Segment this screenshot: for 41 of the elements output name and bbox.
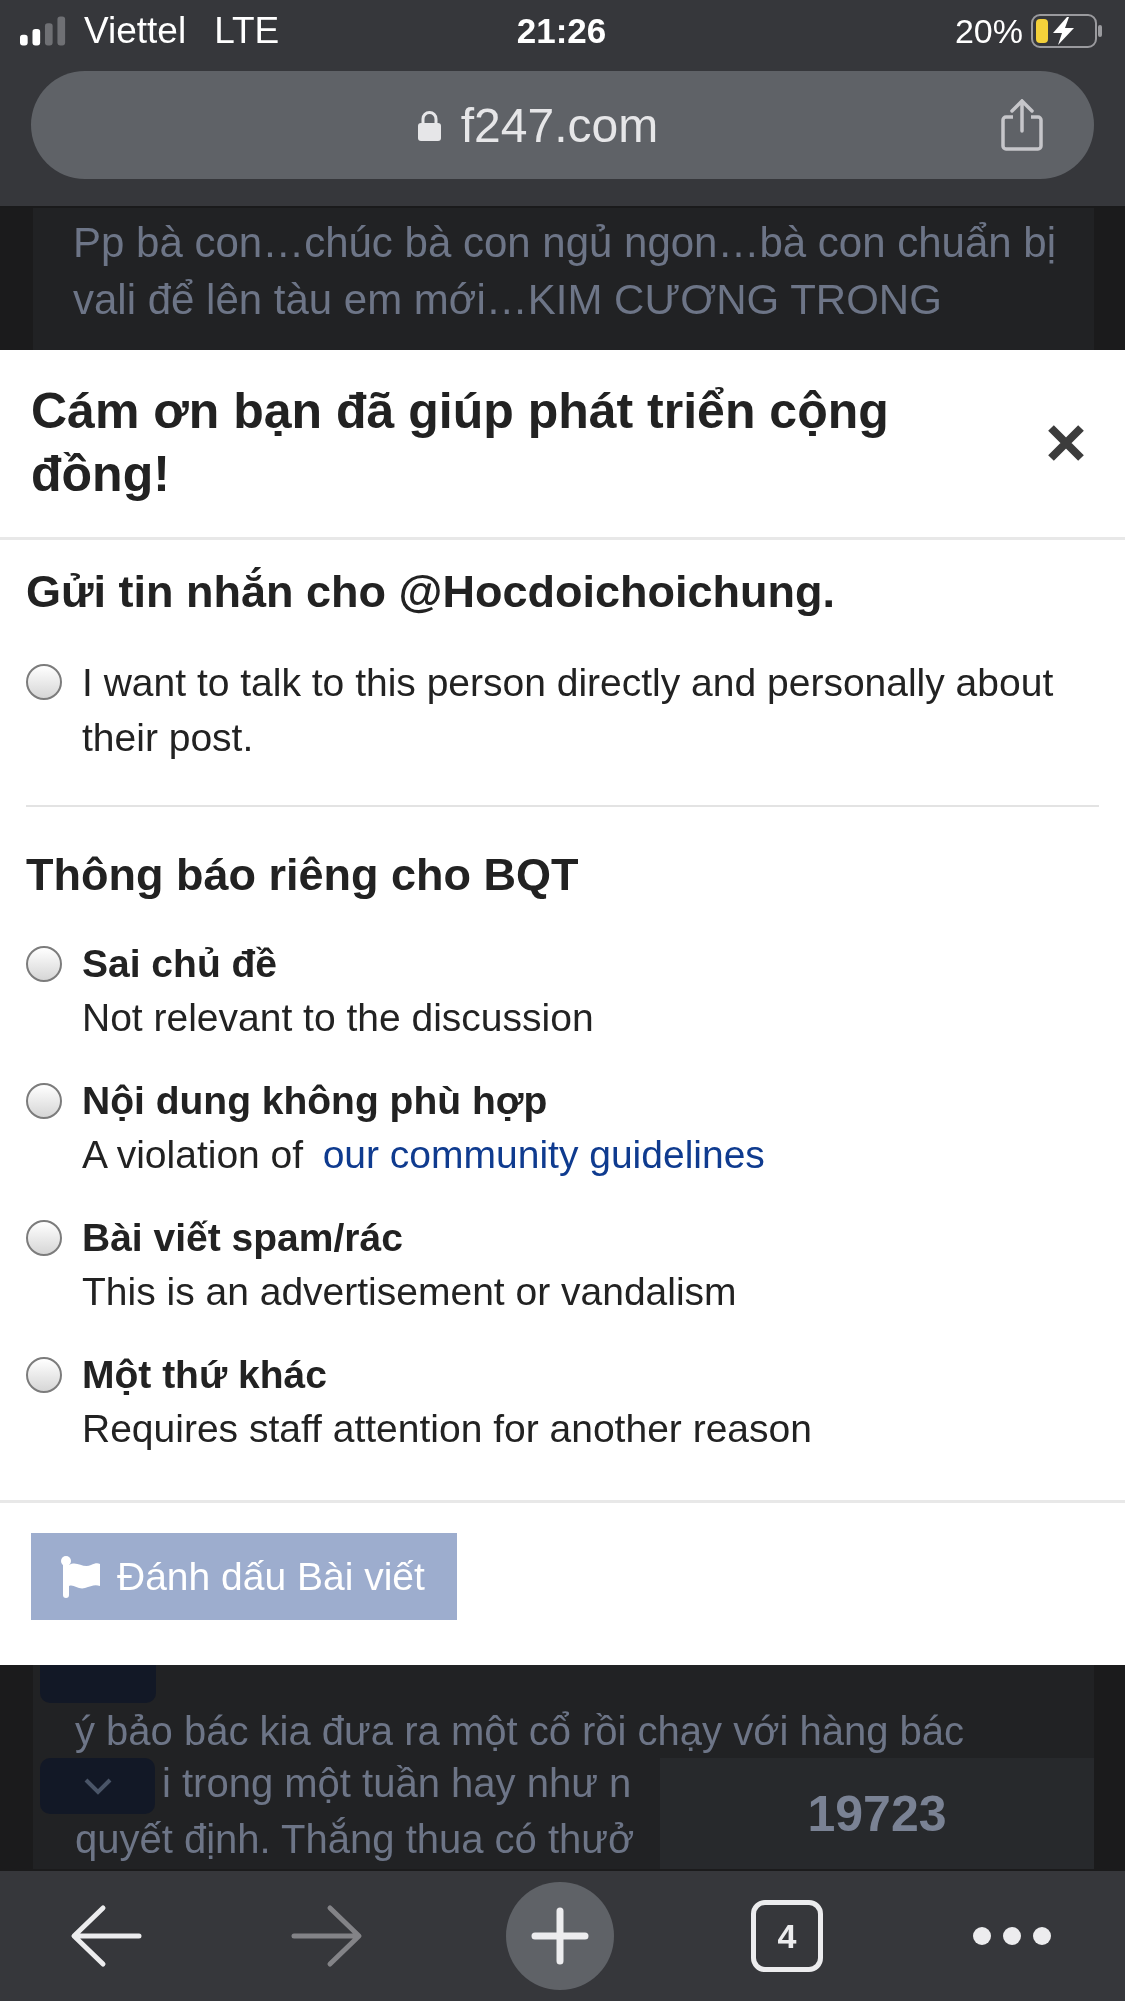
- background-text: ý bảo bác kia đưa ra một cổ rồi chạy với hàng bác: [75, 1708, 965, 1755]
- option-title: Một thứ khác: [82, 1352, 328, 1398]
- option-title: Sai chủ đề: [82, 941, 279, 987]
- guidelines-link[interactable]: our community guidelines: [322, 1133, 765, 1176]
- share-icon[interactable]: [1000, 99, 1044, 151]
- radio-button[interactable]: [26, 1083, 62, 1119]
- option-description: Requires staff attention for another reason: [82, 1406, 813, 1452]
- battery-percent: 20%: [954, 11, 1023, 51]
- clock-time: 21:26: [516, 11, 607, 51]
- lock-icon: [416, 109, 442, 141]
- option-description: A violation of our community guidelines: [82, 1132, 766, 1178]
- background-text: quyết định. Thắng thua có thưở: [75, 1816, 635, 1863]
- back-arrow-icon[interactable]: [69, 1904, 142, 1968]
- dialog-title: Cám ơn bạn đã giúp phát triển cộng đồng!: [31, 382, 890, 504]
- background-text: i trong một tuần hay như n: [162, 1760, 632, 1807]
- more-icon[interactable]: [971, 1926, 1052, 1946]
- close-icon[interactable]: [1046, 423, 1086, 463]
- background-text: Pp bà con…chúc bà con ngủ ngon…bà con chuẩn bị: [73, 218, 1057, 268]
- section-heading: Gửi tin nhắn cho @Hocdoichoichung.: [26, 567, 836, 617]
- network-type: LTE: [214, 10, 280, 52]
- radio-button[interactable]: [26, 1357, 62, 1393]
- option-label: I want to talk to this person directly and personally about their post.: [82, 660, 1055, 761]
- radio-button[interactable]: [26, 664, 62, 700]
- radio-button[interactable]: [26, 946, 62, 982]
- url-text: f247.com: [460, 97, 659, 153]
- section-heading: Thông báo riêng cho BQT: [26, 850, 580, 900]
- option-title: Nội dung không phù hợp: [82, 1078, 549, 1124]
- battery-icon: [1031, 14, 1103, 48]
- flag-icon: [61, 1555, 101, 1598]
- chevron-down-icon: [82, 1777, 113, 1795]
- address-bar[interactable]: f247.com: [31, 71, 1094, 179]
- counter-value: 19723: [807, 1784, 947, 1843]
- carrier-name: Viettel: [84, 10, 187, 52]
- background-text: vali để lên tàu em mới…KIM CƯƠNG TRONG: [73, 275, 942, 325]
- option-description: Not relevant to the discussion: [82, 995, 595, 1041]
- option-description: This is an advertisement or vandalism: [82, 1269, 738, 1315]
- option-title: Bài viết spam/rác: [82, 1215, 404, 1261]
- radio-button[interactable]: [26, 1220, 62, 1256]
- plus-icon[interactable]: [505, 1882, 614, 1990]
- signal-icon: [20, 16, 68, 46]
- tab-count-button[interactable]: 4: [751, 1900, 823, 1972]
